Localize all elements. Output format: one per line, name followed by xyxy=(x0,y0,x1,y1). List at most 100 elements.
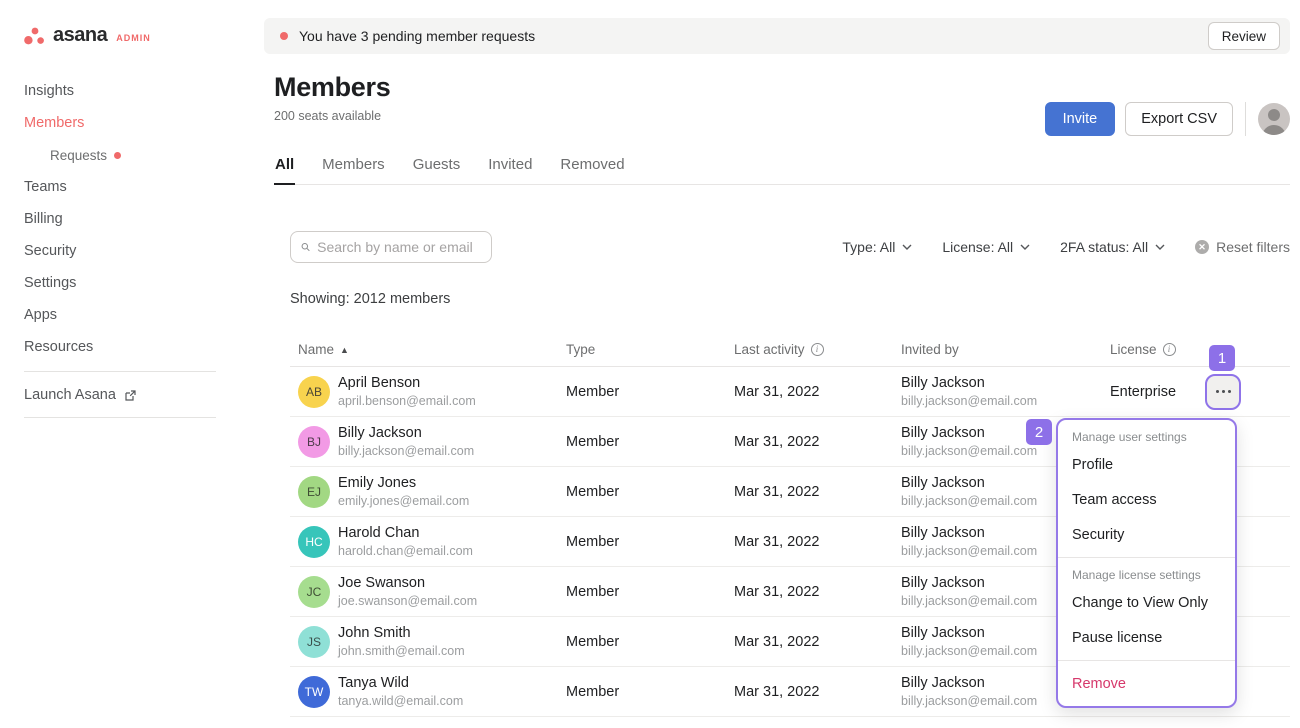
invite-button[interactable]: Invite xyxy=(1045,102,1116,136)
sidebar-item-settings[interactable]: Settings xyxy=(24,267,240,299)
reset-filters-button[interactable]: ✕ Reset filters xyxy=(1195,239,1290,255)
chevron-down-icon xyxy=(1020,242,1030,252)
sidebar-item-label: Apps xyxy=(24,307,57,323)
sidebar-item-security[interactable]: Security xyxy=(24,235,240,267)
invited-by-email: billy.jackson@email.com xyxy=(901,394,1110,408)
filter-label: Type: All xyxy=(842,239,895,255)
sidebar-item-resources[interactable]: Resources xyxy=(24,331,240,363)
launch-asana-link[interactable]: Launch Asana xyxy=(24,379,240,411)
avatar: TW xyxy=(298,676,330,708)
license-filter-dropdown[interactable]: License: All xyxy=(942,239,1030,255)
filter-label: License: All xyxy=(942,239,1013,255)
2fa-filter-dropdown[interactable]: 2FA status: All xyxy=(1060,239,1165,255)
sidebar-nav: Insights Members Requests Teams Billing … xyxy=(24,75,240,363)
menu-item-remove[interactable]: Remove xyxy=(1058,666,1235,701)
tab-guests[interactable]: Guests xyxy=(412,150,462,185)
ellipsis-icon xyxy=(1216,390,1219,393)
asana-logo[interactable]: asana ADMIN xyxy=(24,24,240,47)
user-avatar[interactable] xyxy=(1258,103,1290,135)
annotation-badge-1: 1 xyxy=(1209,345,1235,371)
type-filter-dropdown[interactable]: Type: All xyxy=(842,239,912,255)
search-input[interactable] xyxy=(317,239,481,255)
sidebar-divider xyxy=(24,371,216,372)
member-type: Member xyxy=(566,534,734,550)
last-activity: Mar 31, 2022 xyxy=(734,434,901,450)
menu-item-pause-license[interactable]: Pause license xyxy=(1058,620,1235,655)
last-activity: Mar 31, 2022 xyxy=(734,384,901,400)
sidebar-divider xyxy=(24,417,216,418)
member-email: harold.chan@email.com xyxy=(338,544,473,558)
banner-message: You have 3 pending member requests xyxy=(299,28,535,44)
export-csv-button[interactable]: Export CSV xyxy=(1125,102,1233,136)
sidebar-item-label: Settings xyxy=(24,275,76,291)
member-type: Member xyxy=(566,384,734,400)
member-name: Joe Swanson xyxy=(338,575,477,592)
tab-invited[interactable]: Invited xyxy=(487,150,533,185)
invited-by-name: Billy Jackson xyxy=(901,375,1110,392)
menu-item-change-to-view-only[interactable]: Change to View Only xyxy=(1058,585,1235,620)
vertical-divider xyxy=(1245,102,1246,136)
chevron-down-icon xyxy=(902,242,912,252)
member-tabs: All Members Guests Invited Removed xyxy=(274,150,1290,185)
avatar: BJ xyxy=(298,426,330,458)
column-label: Invited by xyxy=(901,342,959,357)
review-button[interactable]: Review xyxy=(1208,22,1280,50)
license-value: Enterprise xyxy=(1110,384,1205,400)
sidebar-item-label: Requests xyxy=(50,148,107,163)
tab-removed[interactable]: Removed xyxy=(559,150,625,185)
sidebar-item-teams[interactable]: Teams xyxy=(24,171,240,203)
info-icon[interactable]: i xyxy=(1163,343,1176,356)
last-activity: Mar 31, 2022 xyxy=(734,584,901,600)
search-icon xyxy=(301,242,310,252)
search-box[interactable] xyxy=(290,231,492,263)
info-icon[interactable]: i xyxy=(811,343,824,356)
column-label: License xyxy=(1110,342,1157,357)
page-header: Members 200 seats available Invite Expor… xyxy=(274,70,1290,138)
tab-all[interactable]: All xyxy=(274,150,295,185)
member-email: john.smith@email.com xyxy=(338,644,465,658)
sidebar-item-requests[interactable]: Requests xyxy=(24,139,240,171)
reset-filters-label: Reset filters xyxy=(1216,239,1290,255)
member-email: billy.jackson@email.com xyxy=(338,444,474,458)
column-header-invited-by: Invited by xyxy=(901,342,1110,357)
column-header-name[interactable]: Name ▲ xyxy=(290,342,566,357)
avatar: JC xyxy=(298,576,330,608)
avatar: HC xyxy=(298,526,330,558)
tab-members[interactable]: Members xyxy=(321,150,386,185)
admin-console-page: asana ADMIN Insights Members Requests Te… xyxy=(0,0,1300,728)
last-activity: Mar 31, 2022 xyxy=(734,534,901,550)
menu-item-team-access[interactable]: Team access xyxy=(1058,482,1235,517)
avatar: AB xyxy=(298,376,330,408)
avatar: JS xyxy=(298,626,330,658)
sidebar-item-label: Billing xyxy=(24,211,63,227)
asana-logo-icon xyxy=(24,27,46,45)
sidebar-item-label: Members xyxy=(24,115,84,131)
menu-section-remove: Remove xyxy=(1058,660,1235,706)
sidebar: asana ADMIN Insights Members Requests Te… xyxy=(0,0,240,728)
clear-circle-icon: ✕ xyxy=(1195,240,1209,254)
member-email: joe.swanson@email.com xyxy=(338,594,477,608)
ellipsis-icon xyxy=(1222,390,1225,393)
column-label: Last activity xyxy=(734,342,805,357)
menu-section-license-settings: Manage license settings Change to View O… xyxy=(1058,557,1235,660)
member-name: John Smith xyxy=(338,625,465,642)
external-link-icon xyxy=(124,389,137,402)
menu-section-header: Manage license settings xyxy=(1058,563,1235,585)
row-more-actions-button[interactable] xyxy=(1205,374,1241,410)
admin-badge: ADMIN xyxy=(116,33,151,43)
menu-item-profile[interactable]: Profile xyxy=(1058,447,1235,482)
person-icon xyxy=(1258,103,1290,135)
sort-ascending-icon: ▲ xyxy=(340,345,349,355)
page-title: Members xyxy=(274,70,1290,104)
member-email: april.benson@email.com xyxy=(338,394,476,408)
sidebar-item-apps[interactable]: Apps xyxy=(24,299,240,331)
member-name: Tanya Wild xyxy=(338,675,463,692)
sidebar-item-members[interactable]: Members xyxy=(24,107,240,139)
sidebar-item-label: Security xyxy=(24,243,76,259)
menu-item-security[interactable]: Security xyxy=(1058,517,1235,552)
chevron-down-icon xyxy=(1155,242,1165,252)
requests-notification-dot xyxy=(114,152,121,159)
sidebar-item-insights[interactable]: Insights xyxy=(24,75,240,107)
last-activity: Mar 31, 2022 xyxy=(734,684,901,700)
sidebar-item-billing[interactable]: Billing xyxy=(24,203,240,235)
